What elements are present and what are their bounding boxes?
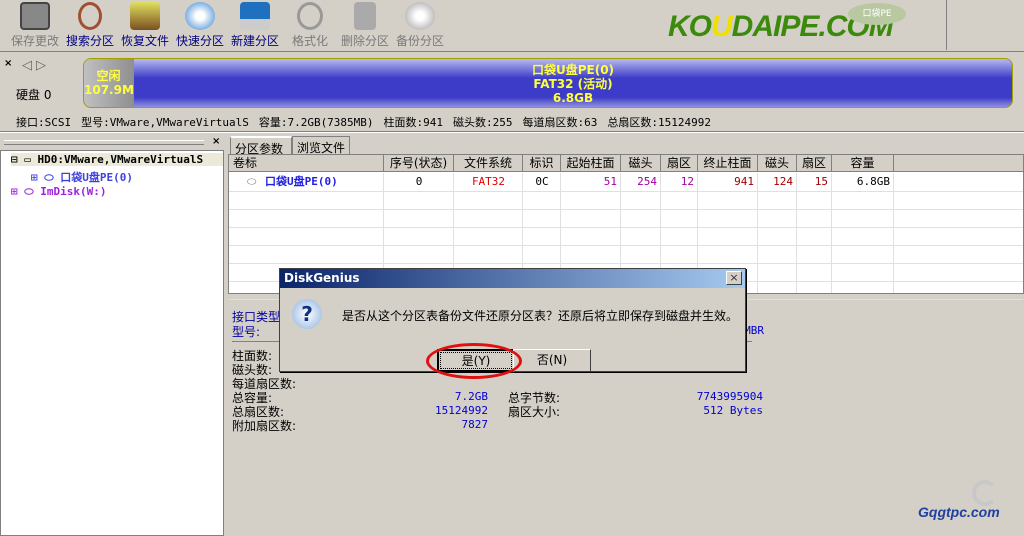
quick-partition-button[interactable]: 快速分区 — [171, 2, 229, 49]
grid-line — [229, 245, 1023, 246]
new-partition-button[interactable]: 新建分区 — [226, 2, 284, 49]
disk-partition-bar: 空闲107.9MB 口袋U盘PE(0)FAT32 (活动)6.8GB — [83, 58, 1013, 108]
backup-disc-icon — [405, 2, 435, 30]
table-cell: 254 — [637, 175, 657, 188]
toolbar: 保存更改 搜索分区 恢复文件 快速分区 新建分区 格式化 删除分区 备份分区 K… — [0, 0, 1024, 52]
close-tree-icon[interactable]: × — [212, 136, 220, 147]
format-button[interactable]: 格式化 — [281, 2, 339, 49]
quick-partition-icon — [185, 2, 215, 30]
table-cell: 12 — [680, 175, 694, 188]
question-icon: ? — [292, 299, 322, 329]
prev-disk-icon[interactable]: ◁ — [22, 58, 32, 73]
grid-line — [229, 191, 1023, 192]
no-button[interactable]: 否(N) — [513, 349, 591, 372]
tree-item-imdisk[interactable]: ⊞ ⬭ ImDisk(W:) — [11, 185, 107, 199]
grid-line — [229, 209, 1023, 210]
table-cell: 0C — [535, 175, 549, 188]
grid-line — [893, 173, 894, 293]
partition-segment[interactable]: 口袋U盘PE(0) FAT32 (活动) 6.8GB — [134, 63, 1012, 105]
save-changes-button[interactable]: 保存更改 — [6, 2, 64, 49]
grid-line — [831, 173, 832, 293]
table-cell: 0 — [415, 175, 423, 188]
close-panel-icon[interactable]: × — [4, 58, 12, 69]
tab-browse-files[interactable]: 浏览文件 — [292, 136, 350, 155]
backup-partition-button[interactable]: 备份分区 — [391, 2, 449, 49]
format-icon — [297, 2, 323, 30]
grid-line — [229, 263, 1023, 264]
tree-item-partition[interactable]: ⊞ ⬭ 口袋U盘PE(0) — [31, 169, 133, 185]
watermark: Gqgtpc.com — [918, 504, 1000, 520]
free-space-segment[interactable]: 空闲107.9MB — [84, 59, 134, 107]
trash-icon — [354, 2, 376, 30]
table-cell: 941 — [734, 175, 754, 188]
save-icon — [20, 2, 50, 30]
magnifier-icon — [78, 2, 102, 30]
table-cell: 51 — [603, 175, 617, 188]
table-cell: 6.8GB — [856, 175, 890, 188]
search-partition-button[interactable]: 搜索分区 — [61, 2, 119, 49]
grid-line — [229, 227, 1023, 228]
disk-tree: ⊟ ▭ HD0:VMware,VMwareVirtualS ⊞ ⬭ 口袋U盘PE… — [0, 150, 224, 536]
laptop-icon — [240, 2, 270, 30]
delete-partition-button[interactable]: 删除分区 — [336, 2, 394, 49]
table-cell: 15 — [814, 175, 828, 188]
watermark-logo-icon — [972, 480, 998, 506]
grid-line — [757, 173, 758, 293]
dialog-close-button[interactable]: × — [726, 271, 742, 285]
highlight-circle — [426, 343, 522, 379]
next-disk-icon[interactable]: ▷ — [36, 58, 46, 73]
tab-partition-params[interactable]: 分区参数 — [230, 136, 292, 156]
table-cell: 124 — [773, 175, 793, 188]
disk-label: 硬盘 0 — [16, 88, 52, 102]
table-row[interactable]: 口袋U盘PE(0) 0 FAT32 0C 51 254 12 941 124 15 6.8GB ⬭ — [229, 155, 1024, 191]
toolbar-divider — [946, 0, 947, 50]
divider — [0, 131, 1024, 133]
partition-disk-icon: ⬭ — [247, 175, 257, 188]
dialog-message: 是否从这个分区表备份文件还原分区表？还原后将立即保存到磁盘并生效。 — [342, 309, 739, 323]
restore-box-icon — [130, 2, 160, 30]
disk-info-line: 接口:SCSI 型号:VMware,VMwareVirtualS 容量:7.2GB(… — [16, 116, 712, 129]
tree-item-disk[interactable]: ⊟ ▭ HD0:VMware,VMwareVirtualS — [11, 153, 223, 166]
grid-line — [796, 173, 797, 293]
panel-grip[interactable] — [4, 140, 204, 145]
recover-files-button[interactable]: 恢复文件 — [116, 2, 174, 49]
logo-badge: 口袋PE — [848, 3, 906, 25]
table-cell: FAT32 — [471, 175, 506, 188]
dialog-title: DiskGenius — [280, 269, 745, 288]
